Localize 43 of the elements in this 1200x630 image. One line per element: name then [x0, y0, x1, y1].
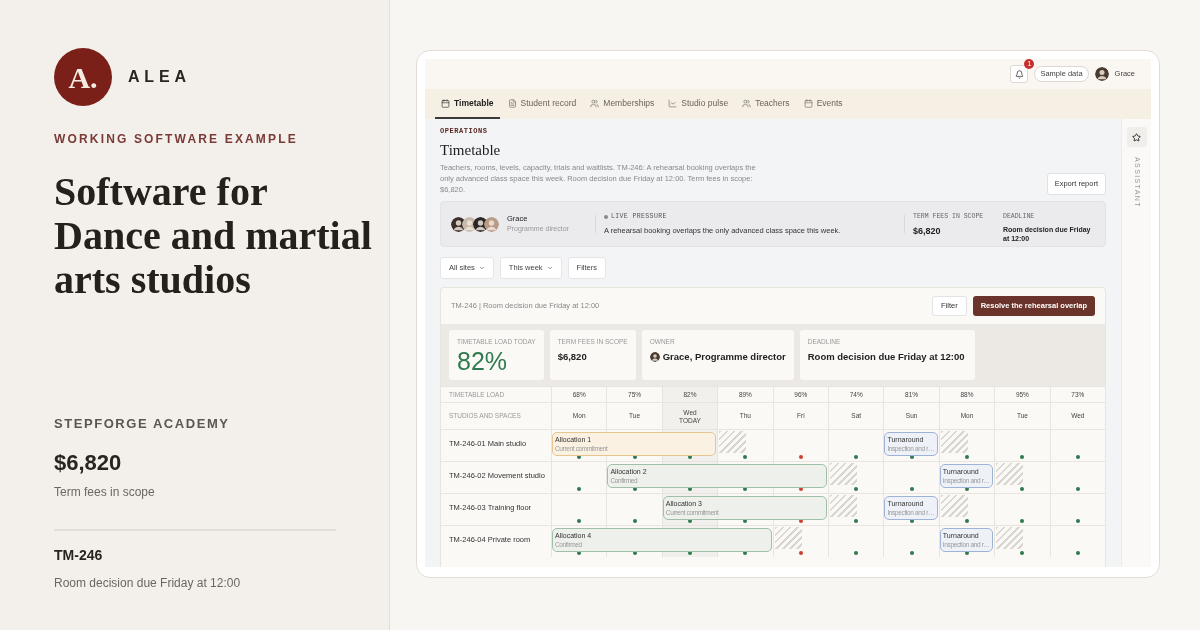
amount-label: Term fees in scope	[54, 483, 155, 501]
stat-value: Room decision due Friday at 12:00	[807, 349, 966, 364]
case-id: TM-246	[54, 545, 103, 565]
tab-icon	[668, 98, 678, 108]
tab-icon	[742, 98, 752, 108]
tab-icon	[590, 98, 600, 108]
blocked-slot	[830, 463, 857, 485]
stat-value: $6,820	[557, 349, 588, 364]
blocked-slot	[719, 431, 747, 453]
tab[interactable]: Events	[797, 89, 849, 119]
avatar-icon	[484, 216, 499, 232]
amount: $6,820	[54, 448, 122, 477]
page-title: Timetable	[440, 140, 501, 160]
tab-icon	[507, 98, 517, 108]
logo: A.	[54, 48, 112, 106]
fees-value: $6,820	[913, 224, 941, 238]
caret-icon	[478, 265, 485, 271]
tab-icon	[803, 98, 813, 108]
stat-value: Grace, Programme director	[662, 349, 786, 364]
case-text: Room decision due Friday at 12:00	[54, 574, 241, 592]
blocked-slot	[940, 431, 968, 453]
notifications-button[interactable]	[1010, 65, 1029, 83]
blocked-slot	[830, 495, 857, 517]
bell-icon	[1014, 69, 1024, 79]
star-icon	[1132, 132, 1141, 142]
org-name: STEPFORGE ACADEMY	[54, 415, 230, 433]
tab-icon	[441, 98, 450, 108]
blocked-slot	[774, 527, 802, 549]
blocked-slot	[940, 495, 968, 517]
tab[interactable]: Student record	[501, 89, 583, 119]
avatar-icon	[649, 351, 660, 362]
star-button[interactable]	[1126, 127, 1147, 147]
tab[interactable]: Studio pulse	[662, 89, 735, 119]
stat-value: 82%	[457, 346, 508, 375]
brand-name: ALEA	[128, 67, 191, 87]
tab[interactable]: Teachers	[736, 89, 796, 119]
tab[interactable]: Memberships	[584, 89, 661, 119]
blocked-slot	[996, 527, 1024, 549]
eyebrow: WORKING SOFTWARE EXAMPLE	[54, 131, 298, 148]
avatar-icon	[1094, 67, 1109, 81]
blocked-slot	[996, 463, 1024, 485]
caret-icon	[546, 265, 553, 271]
headline: Software for Dance and martial arts studios	[54, 170, 372, 302]
